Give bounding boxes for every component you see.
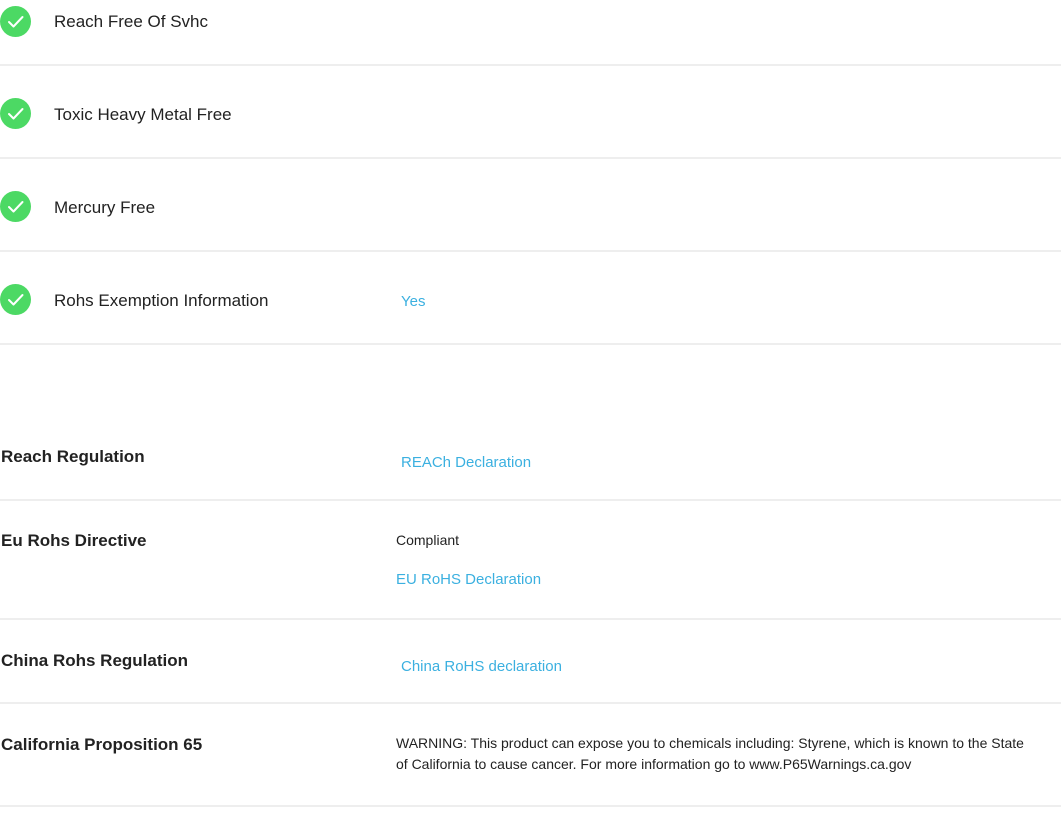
regulation-row-eu-rohs: Eu Rohs Directive Compliant EU RoHS Decl…: [0, 501, 1061, 620]
regulation-values: Compliant EU RoHS Declaration: [396, 530, 541, 588]
check-circle-icon: [0, 284, 31, 315]
reach-declaration-link[interactable]: REACh Declaration: [401, 454, 531, 471]
regulation-label: Reach Regulation: [1, 447, 145, 466]
regulation-label: Eu Rohs Directive: [1, 531, 147, 550]
regulation-values: China RoHS declaration: [401, 658, 562, 675]
compliance-status: Compliant: [396, 532, 460, 548]
compliance-checklist: Reach Free Of Svhc Toxic Heavy Metal Fre…: [0, 0, 1061, 345]
regulations-table: Reach Regulation REACh Declaration Eu Ro…: [0, 413, 1061, 807]
regulation-row-china-rohs: China Rohs Regulation China RoHS declara…: [0, 620, 1061, 704]
check-row-mercury-free: Mercury Free: [0, 159, 1061, 252]
regulation-label: California Proposition 65: [1, 735, 203, 754]
check-label: Reach Free Of Svhc: [54, 12, 209, 31]
check-label: Mercury Free: [54, 198, 156, 217]
eu-rohs-declaration-link[interactable]: EU RoHS Declaration: [396, 571, 541, 588]
prop-65-warning-text: WARNING: This product can expose you to …: [396, 735, 1024, 772]
regulation-values: REACh Declaration: [401, 454, 531, 471]
regulation-label: China Rohs Regulation: [1, 651, 188, 670]
check-circle-icon: [0, 6, 31, 37]
china-rohs-declaration-link[interactable]: China RoHS declaration: [401, 658, 562, 675]
check-circle-icon: [0, 191, 31, 222]
check-label: Toxic Heavy Metal Free: [54, 105, 232, 124]
regulation-values: WARNING: This product can expose you to …: [396, 733, 1036, 775]
check-row-rohs-exemption: Rohs Exemption Information Yes: [0, 252, 1061, 345]
regulation-row-california-prop-65: California Proposition 65 WARNING: This …: [0, 704, 1061, 807]
check-label: Rohs Exemption Information: [54, 291, 269, 310]
compliance-page: Reach Free Of Svhc Toxic Heavy Metal Fre…: [0, 0, 1061, 828]
regulation-row-reach: Reach Regulation REACh Declaration: [0, 413, 1061, 501]
check-row-toxic-heavy-metal-free: Toxic Heavy Metal Free: [0, 66, 1061, 159]
check-circle-icon: [0, 98, 31, 129]
check-row-reach-free: Reach Free Of Svhc: [0, 0, 1061, 66]
rohs-exemption-yes-link[interactable]: Yes: [401, 293, 425, 310]
